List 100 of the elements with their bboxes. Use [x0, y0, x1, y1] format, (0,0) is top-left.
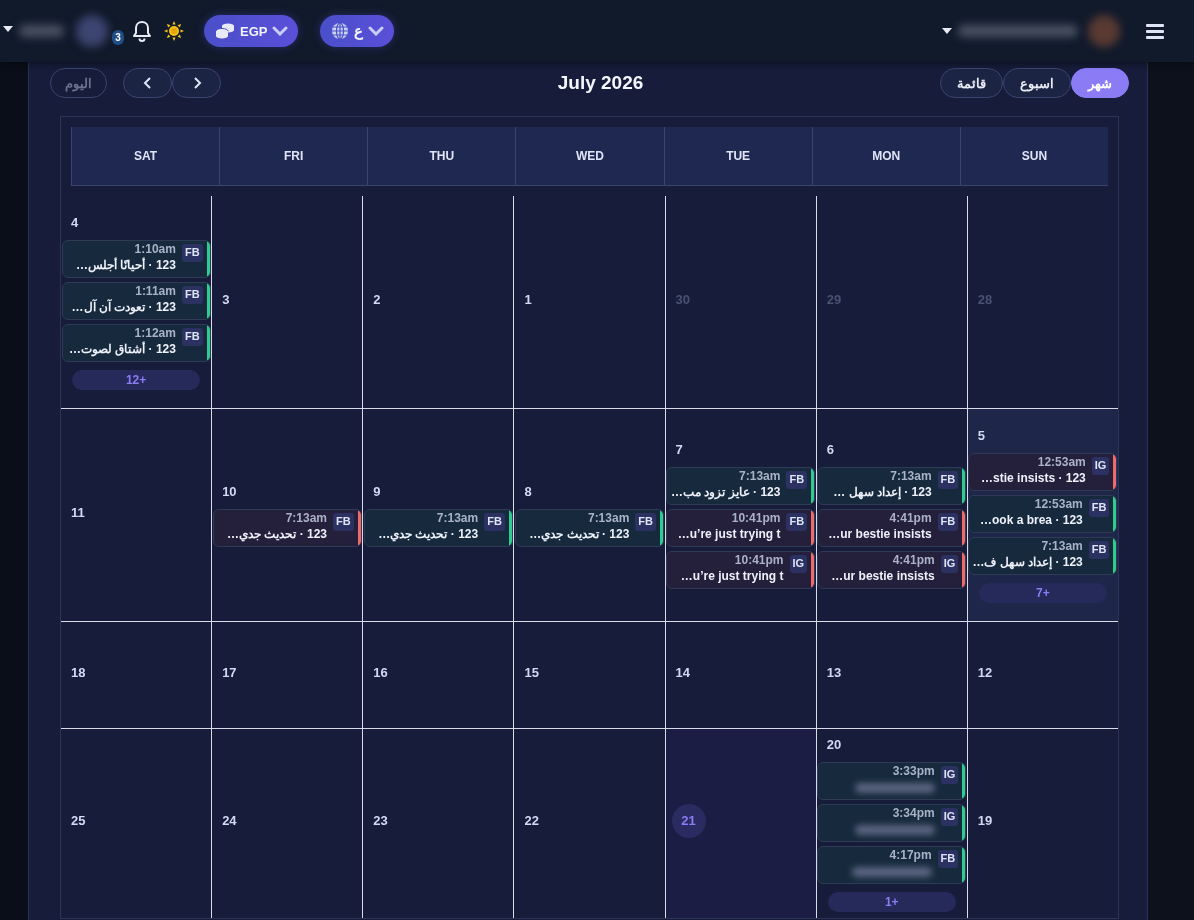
event-title: 123 · أحيانًا أجلس… [75, 257, 176, 272]
view-tab[interactable]: اسبوع [1003, 68, 1071, 98]
day-number: 3 [222, 291, 230, 307]
event-chip[interactable]: 10:41pm u’re just trying t… IG [666, 550, 816, 589]
platform-badge: IG [789, 554, 808, 573]
event-title: 123 · ook a brea… [980, 512, 1083, 527]
menu-icon[interactable] [1146, 23, 1164, 39]
day-cell[interactable]: 12 [967, 622, 1118, 728]
event-title: 123 · أشتاق لصوت… [68, 341, 176, 356]
event-title: 123 · إعداد سهل ف… [972, 554, 1083, 569]
event-time: 10:41pm [731, 510, 781, 525]
day-number: 18 [71, 664, 86, 680]
day-cell[interactable]: 15 [514, 622, 665, 728]
event-chip[interactable]: 12:53am 123 · stie insists… IG [968, 452, 1118, 491]
sun-icon[interactable] [164, 21, 184, 41]
event-title: u’re just trying t… [677, 526, 781, 541]
currency-selector[interactable]: EGP [204, 15, 299, 47]
more-events-button[interactable]: 12+ [72, 369, 201, 390]
event-title: 123 · عايز تزود مب… [671, 484, 781, 499]
day-number: 15 [524, 664, 539, 680]
chevron-right-icon [191, 76, 202, 90]
day-number: 7 [675, 441, 683, 457]
event-chip[interactable]: 4:41pm ur bestie insists… FB [817, 508, 967, 547]
day-number: 4 [71, 214, 79, 230]
event-time: 4:41pm [889, 510, 932, 525]
next-button[interactable] [172, 68, 221, 98]
day-number: 10 [222, 483, 237, 499]
platform-badge: FB [181, 327, 203, 346]
notification-count: 3 [112, 30, 124, 45]
event-time: 1:11am [135, 283, 176, 298]
caret-icon[interactable] [942, 28, 952, 34]
previous-button[interactable] [123, 68, 172, 98]
day-number: 19 [977, 813, 993, 828]
day-number: 14 [675, 664, 691, 680]
day-cell[interactable]: 11 [61, 409, 212, 621]
day-number: 5 [977, 427, 986, 443]
view-tab[interactable]: قائمة [940, 68, 1003, 98]
day-cell[interactable]: 20 3:33pm IG 3:34pm IG 4:17pm FB 1+ [816, 729, 967, 918]
platform-badge: FB [937, 470, 959, 489]
day-number: 11 [71, 504, 85, 520]
event-time: 7:13am [890, 468, 932, 483]
chevron-left-icon [142, 76, 153, 90]
day-cell[interactable]: 21 [665, 729, 816, 918]
day-number: 24 [222, 813, 237, 828]
platform-badge: FB [786, 470, 808, 489]
event-title: 123 · تعودت آن آل… [71, 299, 176, 314]
event-title: ur bestie insists… [831, 568, 935, 583]
language-selector[interactable]: ع [320, 15, 395, 47]
event-title: u’re just trying t… [680, 568, 784, 583]
day-cell[interactable]: 3 [212, 196, 363, 408]
event-time: 12:53am [1034, 496, 1083, 511]
day-number: 2 [373, 291, 381, 307]
day-number: 23 [373, 813, 388, 828]
platform-badge: FB [937, 512, 959, 531]
day-cell[interactable]: 17 [212, 622, 363, 728]
event-chip[interactable]: 4:17pm FB [817, 846, 967, 884]
event-title: 123 · تحديث جدي… [378, 526, 479, 541]
event-time: 7:13am [739, 468, 781, 483]
day-cell[interactable]: 16 [363, 622, 514, 728]
day-cell[interactable]: 13 [816, 622, 967, 728]
day-number: 29 [826, 291, 842, 307]
event-time: 12:53am [1037, 454, 1086, 469]
weekday-header: TUE [663, 127, 812, 185]
day-number: 25 [71, 813, 86, 828]
weekday-header: MON [811, 127, 960, 185]
day-number: 1 [524, 291, 532, 307]
event-chip[interactable]: 12:53am 123 · ook a brea… FB [968, 494, 1118, 533]
event-chip[interactable]: 10:41pm u’re just trying t… FB [666, 508, 816, 547]
weekday-header: SUN [959, 127, 1108, 185]
caret-icon[interactable] [3, 26, 13, 32]
day-cell[interactable]: 22 [514, 729, 665, 918]
event-time: 10:41pm [734, 552, 784, 567]
more-events-button[interactable]: 7+ [978, 582, 1107, 603]
weekday-header: FRI [219, 127, 368, 185]
platform-badge: IG [940, 766, 959, 784]
day-cell[interactable]: 1 [514, 196, 665, 408]
day-number: 13 [826, 664, 842, 680]
day-number: 22 [524, 813, 539, 828]
platform-badge: FB [786, 512, 808, 531]
platform-badge: FB [635, 512, 656, 531]
event-time: 4:17pm [889, 848, 932, 862]
day-cell[interactable]: 2 [363, 196, 514, 408]
day-cell[interactable]: 24 [212, 729, 363, 918]
day-number: 6 [826, 441, 834, 457]
day-cell[interactable]: 25 [61, 729, 212, 918]
weekday-header: THU [367, 127, 516, 185]
day-cell[interactable]: 23 [363, 729, 514, 918]
weekday-header: WED [515, 127, 664, 185]
platform-badge: FB [333, 512, 354, 531]
more-events-button[interactable]: 1+ [827, 892, 956, 912]
event-time: 7:13am [587, 510, 630, 525]
event-chip[interactable]: 4:41pm ur bestie insists… IG [817, 550, 967, 589]
day-cell[interactable]: 18 [61, 622, 212, 728]
event-chip[interactable]: 3:34pm IG [817, 804, 967, 842]
event-title: 123 · stie insists… [981, 470, 1086, 485]
day-cell[interactable]: 19 [967, 729, 1118, 918]
globe-icon [331, 22, 350, 40]
bell-icon[interactable] [132, 20, 152, 42]
day-cell[interactable]: 14 [665, 622, 816, 728]
event-chip[interactable]: 3:33pm IG [817, 762, 967, 800]
